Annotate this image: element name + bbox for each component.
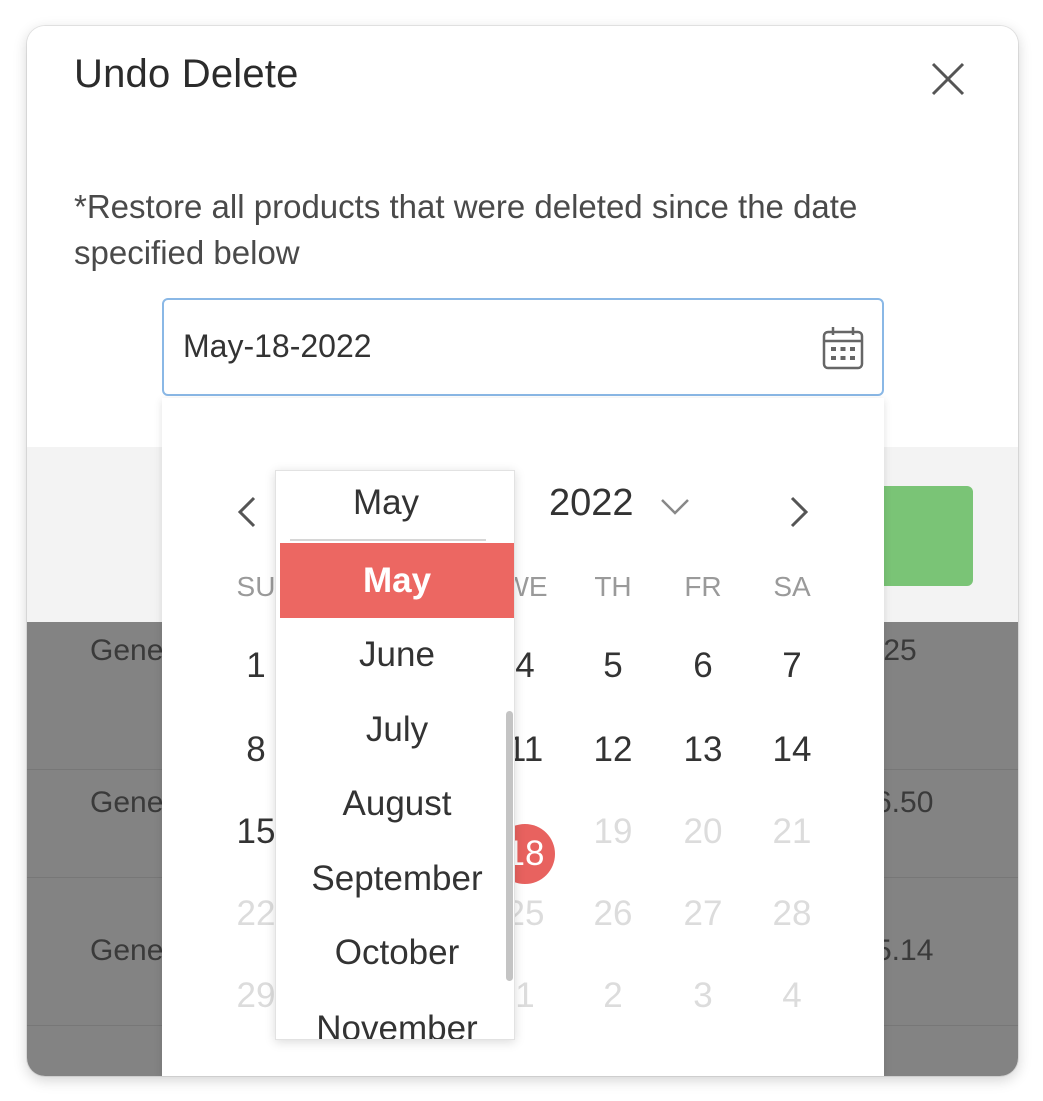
- row-name: Gene: [90, 934, 164, 967]
- weekday-label: TH: [594, 571, 632, 602]
- divider: [290, 539, 486, 541]
- app-frame: Gene .25 Gene 6.50 Gene 5.14 d Undo Dele…: [27, 26, 1018, 1076]
- month-option-september[interactable]: September: [280, 841, 514, 916]
- month-option-june[interactable]: June: [280, 617, 514, 692]
- calendar-day[interactable]: 5: [583, 646, 643, 686]
- month-option-july[interactable]: July: [280, 692, 514, 767]
- chevron-left-icon[interactable]: [228, 492, 268, 532]
- calendar-day[interactable]: 7: [762, 646, 822, 686]
- close-icon[interactable]: [927, 58, 969, 100]
- calendar-day-disabled: 20: [683, 812, 723, 851]
- row-name: Gene: [90, 786, 164, 819]
- month-option-november[interactable]: November: [280, 991, 514, 1039]
- calendar-day-disabled: 26: [593, 894, 633, 933]
- month-dropdown: May May June July August September Octob…: [275, 470, 515, 1040]
- chevron-down-icon[interactable]: [659, 497, 691, 517]
- row-name: Gene: [90, 634, 164, 667]
- calendar-day-disabled: 2: [603, 976, 623, 1015]
- calendar-day-disabled: 4: [782, 976, 802, 1015]
- calendar-day-disabled: 28: [772, 894, 812, 933]
- calendar-day[interactable]: 14: [762, 730, 822, 770]
- calendar-day[interactable]: 13: [673, 730, 733, 770]
- month-select-current[interactable]: May: [276, 483, 496, 523]
- restore-hint: *Restore all products that were deleted …: [74, 188, 858, 271]
- modal-title: Undo Delete: [74, 52, 299, 96]
- month-option-august[interactable]: August: [280, 766, 514, 841]
- calendar-day-disabled: 21: [772, 812, 812, 851]
- date-picker: 2022 SU MO TU WE TH FR SA 1 2 3 4 5 6 7 …: [162, 398, 884, 1076]
- scrollbar[interactable]: [506, 711, 513, 981]
- month-option-october[interactable]: October: [280, 915, 514, 990]
- calendar-day-disabled: 3: [693, 976, 713, 1015]
- calendar-icon[interactable]: [821, 325, 865, 371]
- year-select[interactable]: 2022: [549, 482, 634, 525]
- month-option-may[interactable]: May: [280, 543, 514, 618]
- weekday-label: FR: [684, 571, 722, 602]
- weekday-label: SA: [773, 571, 811, 602]
- chevron-right-icon[interactable]: [778, 492, 818, 532]
- calendar-day-disabled: 27: [683, 894, 723, 933]
- date-field[interactable]: May-18-2022: [162, 298, 884, 396]
- calendar-day[interactable]: 12: [583, 730, 643, 770]
- calendar-day[interactable]: 6: [673, 646, 733, 686]
- calendar-day-disabled: 19: [593, 812, 633, 851]
